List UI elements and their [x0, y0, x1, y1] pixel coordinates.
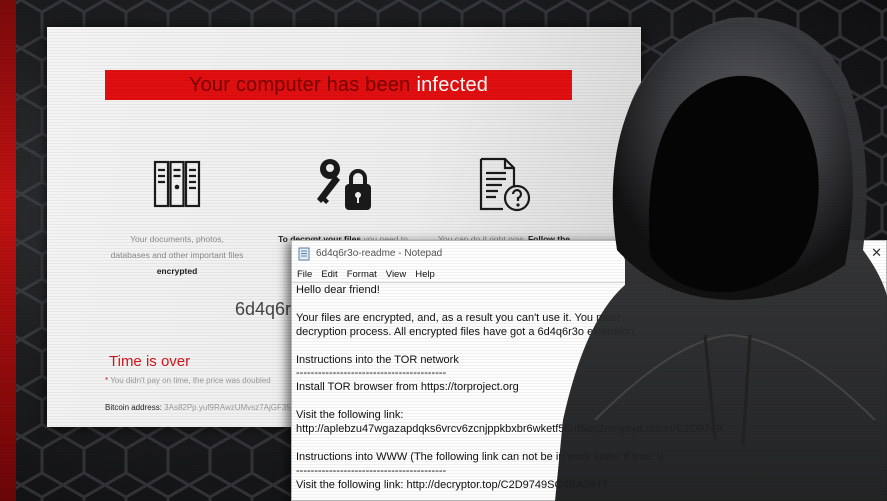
notepad-window: 6d4q6r3o-readme - Notepad ✕ File Edit Fo…: [291, 240, 887, 501]
note-star: *: [105, 376, 109, 385]
time-note-text: You didn't pay on time, the price was do…: [110, 376, 271, 385]
notepad-titlebar[interactable]: 6d4q6r3o-readme - Notepad: [292, 241, 886, 266]
bitcoin-value: 3As82Pp.yuf9RAwzUMvsz7AjGF353: [164, 403, 296, 412]
feature-1-line-2: databases and other important files: [110, 250, 244, 260]
feature-1-bold: encrypted: [156, 266, 198, 276]
feature-encrypted-files: Your documents, photos, databases and ot…: [92, 155, 262, 279]
notepad-title: 6d4q6r3o-readme - Notepad: [316, 248, 443, 259]
time-over-note: * You didn't pay on time, the price was …: [105, 376, 271, 385]
feature-1-line-1: Your documents, photos,: [130, 234, 224, 244]
bitcoin-label: Bitcoin address:: [105, 403, 162, 412]
menu-file[interactable]: File: [297, 269, 312, 280]
menu-format[interactable]: Format: [347, 269, 377, 280]
menu-view[interactable]: View: [386, 269, 406, 280]
red-edge-strip: [0, 0, 16, 501]
close-icon[interactable]: ✕: [871, 245, 882, 261]
feature-1-text: Your documents, photos, databases and ot…: [92, 231, 262, 279]
victim-id-code: 6d4q6r: [235, 299, 292, 319]
menu-edit[interactable]: Edit: [321, 269, 337, 280]
feature-decrypt: To decrypt your files you need to: [258, 155, 428, 247]
banner-text: Your computer has been: [188, 73, 411, 96]
menu-help[interactable]: Help: [415, 269, 435, 280]
notepad-text-area[interactable]: Hello dear friend! Your files are encryp…: [292, 282, 886, 500]
feature-follow: You can do it right now. Follow the: [419, 155, 589, 247]
banner-highlight: infected: [416, 73, 489, 96]
notepad-app-icon: [298, 247, 310, 260]
bitcoin-address: Bitcoin address: 3As82Pp.yuf9RAwzUMvsz7A…: [105, 403, 295, 412]
infected-banner: Your computer has been infected: [105, 70, 572, 100]
server-files-icon: [92, 155, 262, 215]
time-over-heading: Time is over: [109, 353, 191, 370]
key-lock-icon: [258, 155, 428, 215]
notepad-menubar: File Edit Format View Help: [292, 266, 886, 282]
document-question-icon: [419, 155, 589, 215]
